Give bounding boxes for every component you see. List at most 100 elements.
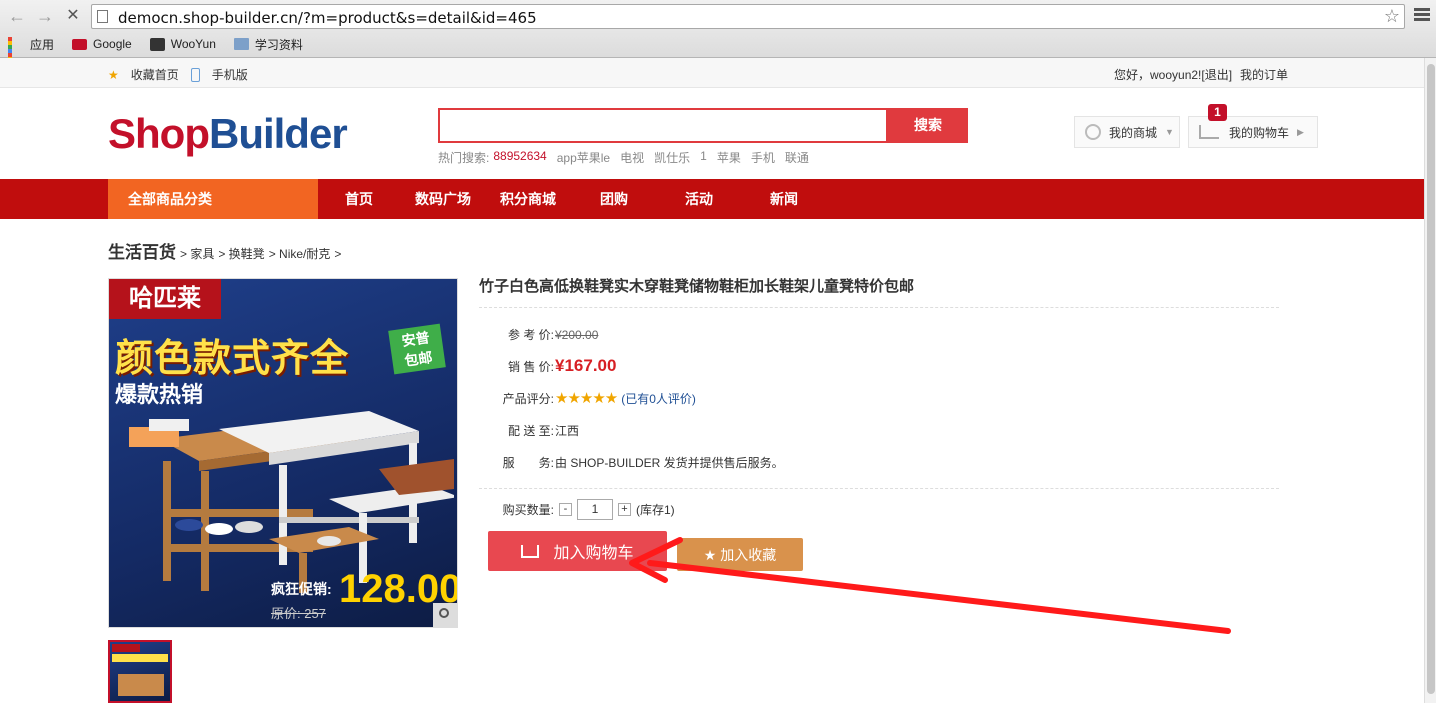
image-free-shipping-badge: 安普 包邮 <box>388 323 446 375</box>
stop-loading-icon[interactable]: ✕ <box>64 7 82 25</box>
hot-term[interactable]: 联通 <box>785 149 809 166</box>
image-original-price: 原价: 257 <box>271 606 326 621</box>
bookmark-google[interactable]: Google <box>72 37 132 51</box>
image-brand-tag: 哈匹莱 <box>109 279 221 319</box>
page-scrollbar[interactable] <box>1424 58 1436 703</box>
nav-digital[interactable]: 数码广场 <box>415 179 471 219</box>
my-mall-label: 我的商城 <box>1109 125 1158 140</box>
hot-term[interactable]: 凯仕乐 <box>654 149 690 166</box>
rating-row: 产品评分: ★★★★★ (已有0人评价) <box>498 389 696 407</box>
nav-events[interactable]: 活动 <box>685 179 713 219</box>
ref-price-label: 参 考 价: <box>507 328 554 342</box>
quantity-input[interactable]: 1 <box>577 499 613 520</box>
search-button[interactable]: 搜索 <box>888 108 968 143</box>
breadcrumb-item[interactable]: > 换鞋凳 <box>218 245 264 262</box>
hot-term[interactable]: 1 <box>700 149 707 166</box>
my-cart-button[interactable]: 我的购物车 ▶ <box>1188 116 1318 148</box>
shipping-destination[interactable]: 江西 <box>555 422 579 439</box>
nav-home[interactable]: 首页 <box>345 179 373 219</box>
badge-top-text: 安普 <box>400 329 431 349</box>
quantity-increase-button[interactable]: + <box>618 503 631 516</box>
breadcrumb-item: > <box>334 247 342 261</box>
site-logo[interactable]: ShopBuilder <box>108 110 348 158</box>
shipping-label: 配 送 至: <box>507 424 554 438</box>
folder-icon <box>233 38 249 50</box>
browser-chrome: ← → ✕ democn.shop-builder.cn/?m=product&… <box>0 0 1436 73</box>
bookmark-apps[interactable]: 应用 <box>8 36 55 73</box>
my-mall-button[interactable]: 我的商城 ▼ <box>1074 116 1180 148</box>
all-categories-menu[interactable]: 全部商品分类 <box>108 179 318 219</box>
address-bar[interactable]: democn.shop-builder.cn/?m=product&s=deta… <box>91 4 1405 29</box>
sale-price-row: 销 售 价: ¥167.00 <box>498 356 616 376</box>
hot-term[interactable]: app苹果le <box>557 149 610 166</box>
hot-term[interactable]: 手机 <box>751 149 775 166</box>
image-promo-label: 疯狂促销: <box>271 581 332 597</box>
wooyun-favicon-icon <box>149 37 165 51</box>
bookmark-label: 应用 <box>30 37 55 52</box>
service-label: 服 务: <box>502 456 554 470</box>
site-topbar: ★ 收藏首页 手机版 您好，wooyun2![退出] 我的订单 <box>0 58 1424 88</box>
rating-stars-icon: ★★★★★ <box>555 390 618 407</box>
cart-icon <box>521 544 540 558</box>
zoom-icon[interactable] <box>433 603 457 627</box>
thumb-bench-mark <box>118 674 164 696</box>
bookmark-label: WooYun <box>170 37 216 51</box>
breadcrumb-item[interactable]: > Nike/耐克 <box>269 245 331 262</box>
favorite-star-icon: ★ <box>108 67 119 82</box>
user-icon <box>1085 124 1101 140</box>
add-to-favorites-button[interactable]: ★ 加入收藏 <box>677 538 803 571</box>
add-to-cart-button[interactable]: 加入购物车 <box>488 531 667 571</box>
user-greeting[interactable]: 您好，wooyun2![退出] <box>1114 66 1232 83</box>
image-headline: 颜色款式齐全 <box>115 338 350 380</box>
product-main-image[interactable]: 哈匹莱 颜色款式齐全 安普 包邮 爆款热销 疯狂促销: 128.00 原价: 2… <box>108 278 458 628</box>
breadcrumb: 生活百货 > 家具 > 换鞋凳 > Nike/耐克 > <box>108 238 345 263</box>
bookmark-wooyun[interactable]: WooYun <box>149 37 216 51</box>
quantity-decrease-button[interactable]: - <box>559 503 572 516</box>
service-text: 由 SHOP-BUILDER 发货并提供售后服务。 <box>555 456 784 470</box>
hot-term[interactable]: 电视 <box>620 149 644 166</box>
ref-price-row: 参 考 价: ¥200.00 <box>498 326 598 343</box>
shipping-row: 配 送 至: 江西 <box>498 422 579 439</box>
back-icon[interactable]: ← <box>8 7 26 25</box>
mobile-icon <box>190 67 200 82</box>
favorite-link[interactable]: 收藏首页 <box>131 66 179 83</box>
browser-menu-icon[interactable] <box>1414 8 1430 22</box>
page-icon <box>97 10 108 23</box>
hot-term[interactable]: 88952634 <box>493 149 546 166</box>
rating-label: 产品评分: <box>502 391 554 406</box>
hot-label: 热门搜索: <box>438 151 490 165</box>
quantity-label: 购买数量: <box>502 503 554 517</box>
product-thumbnail[interactable] <box>108 640 172 703</box>
mobile-link[interactable]: 手机版 <box>212 66 248 83</box>
google-favicon-icon <box>72 38 88 50</box>
breadcrumb-root[interactable]: 生活百货 <box>108 238 176 263</box>
main-nav: 全部商品分类 首页 数码广场 积分商城 团购 活动 新闻 <box>0 179 1424 219</box>
divider <box>479 307 1279 308</box>
reviews-link[interactable]: (已有0人评价) <box>621 390 696 407</box>
chevron-down-icon: ▼ <box>1165 127 1174 137</box>
url-text[interactable]: democn.shop-builder.cn/?m=product&s=deta… <box>118 9 537 27</box>
divider <box>479 488 1279 489</box>
hot-term[interactable]: 苹果 <box>717 149 741 166</box>
bookmark-folder[interactable]: 学习资料 <box>233 36 303 53</box>
chevron-right-icon: ▶ <box>1297 126 1304 137</box>
add-to-cart-label: 加入购物车 <box>553 545 634 562</box>
cart-icon <box>1199 125 1219 139</box>
thumb-brand-mark <box>112 644 140 652</box>
nav-group-buy[interactable]: 团购 <box>600 179 628 219</box>
sale-price-label: 销 售 价: <box>507 359 554 374</box>
thumb-headline-mark <box>112 654 168 662</box>
bookmark-star-icon[interactable]: ☆ <box>1384 6 1400 27</box>
apps-grid-icon <box>8 37 24 73</box>
logo-builder-text: Builder <box>208 110 348 157</box>
my-orders-link[interactable]: 我的订单 <box>1240 66 1288 83</box>
product-title: 竹子白色高低换鞋凳实木穿鞋凳储物鞋柜加长鞋架儿童凳特价包邮 <box>479 278 915 295</box>
bookmarks-bar: 应用 Google WooYun 学习资料 <box>0 33 313 73</box>
badge-bottom-text: 包邮 <box>403 349 434 369</box>
forward-icon[interactable]: → <box>36 7 54 25</box>
breadcrumb-item[interactable]: > 家具 <box>180 245 214 262</box>
bookmark-label: Google <box>93 37 132 51</box>
search-input[interactable] <box>438 108 888 143</box>
nav-points-mall[interactable]: 积分商城 <box>500 179 556 219</box>
nav-news[interactable]: 新闻 <box>770 179 798 219</box>
